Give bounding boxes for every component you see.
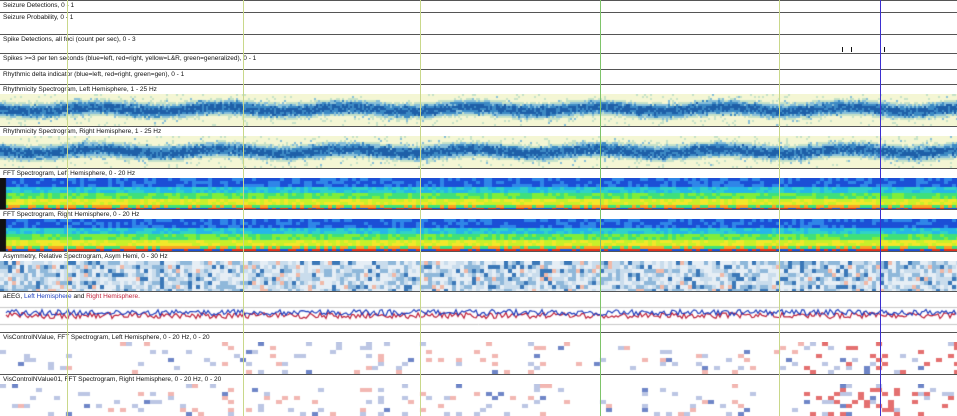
panel-spikes-per-ten[interactable]: Spikes >=3 per ten seconds (blue=left, r…	[0, 53, 957, 69]
spike-mark	[884, 47, 885, 52]
panel-canvas-diff	[0, 384, 957, 416]
panel-label: aEEG, Left Hemisphere and Right Hemisphe…	[3, 292, 140, 301]
panel-label: Rhythmicity Spectrogram, Right Hemispher…	[3, 128, 162, 135]
panel-seizure-probability[interactable]: Seizure Probability, 0 - 1	[0, 12, 957, 34]
spike-mark	[851, 47, 852, 52]
panel-label: Spikes >=3 per ten seconds (blue=left, r…	[3, 55, 257, 62]
panel-fft-right[interactable]: FFT Spectrogram, Right Hemisphere, 0 - 2…	[0, 209, 957, 251]
trend-viewer[interactable]: Seizure Detections, 0 - 1 Seizure Probabi…	[0, 0, 957, 416]
panel-asymmetry[interactable]: Asymmetry, Relative Spectrogram, Asym He…	[0, 251, 957, 291]
panel-label: Rhythmic delta indicator (blue=left, red…	[3, 71, 185, 78]
panel-rhythmicity-right[interactable]: Rhythmicity Spectrogram, Right Hemispher…	[0, 126, 957, 168]
panel-seizure-detections[interactable]: Seizure Detections, 0 - 1	[0, 0, 957, 12]
label-prefix: aEEG,	[3, 293, 24, 300]
panel-aeeg[interactable]: aEEG, Left Hemisphere and Right Hemisphe…	[0, 291, 957, 332]
panel-label: FFT Spectrogram, Right Hemisphere, 0 - 2…	[3, 211, 140, 218]
panel-viscontrol-right[interactable]: VisControlNValue01, FFT Spectrogram, Rig…	[0, 374, 957, 416]
panel-canvas-asym	[0, 261, 957, 291]
panel-canvas-rhythm	[0, 94, 957, 126]
panel-label: Asymmetry, Relative Spectrogram, Asym He…	[3, 253, 168, 260]
panel-canvas-fft	[0, 178, 957, 209]
panel-label: Spike Detections, all foci (count per se…	[3, 36, 136, 43]
panel-label: VisControlNValue, FFT Spectrogram, Left …	[3, 334, 210, 341]
panel-label: FFT Spectrogram, Left Hemisphere, 0 - 20…	[3, 170, 136, 177]
label-right-hemisphere: Right Hemisphere.	[86, 293, 140, 300]
panel-fft-left[interactable]: FFT Spectrogram, Left Hemisphere, 0 - 20…	[0, 168, 957, 209]
panel-canvas-fft	[0, 219, 957, 251]
panel-spike-detections[interactable]: Spike Detections, all foci (count per se…	[0, 34, 957, 53]
label-left-hemisphere: Left Hemisphere	[23, 293, 72, 300]
panel-rhythmic-delta[interactable]: Rhythmic delta indicator (blue=left, red…	[0, 69, 957, 84]
spike-mark	[842, 47, 843, 52]
panel-canvas-diff	[0, 342, 957, 374]
panel-label: Seizure Detections, 0 - 1	[3, 2, 75, 9]
panel-rhythmicity-left[interactable]: Rhythmicity Spectrogram, Left Hemisphere…	[0, 84, 957, 126]
panel-label: Seizure Probability, 0 - 1	[3, 14, 74, 21]
panel-canvas-rhythm	[0, 136, 957, 168]
panel-label: VisControlNValue01, FFT Spectrogram, Rig…	[3, 376, 222, 383]
panel-canvas-aeeg	[0, 301, 957, 332]
time-cursor[interactable]	[880, 0, 881, 416]
label-and: and	[71, 293, 87, 300]
panel-viscontrol-left[interactable]: VisControlNValue, FFT Spectrogram, Left …	[0, 332, 957, 374]
panel-label: Rhythmicity Spectrogram, Left Hemisphere…	[3, 86, 157, 93]
